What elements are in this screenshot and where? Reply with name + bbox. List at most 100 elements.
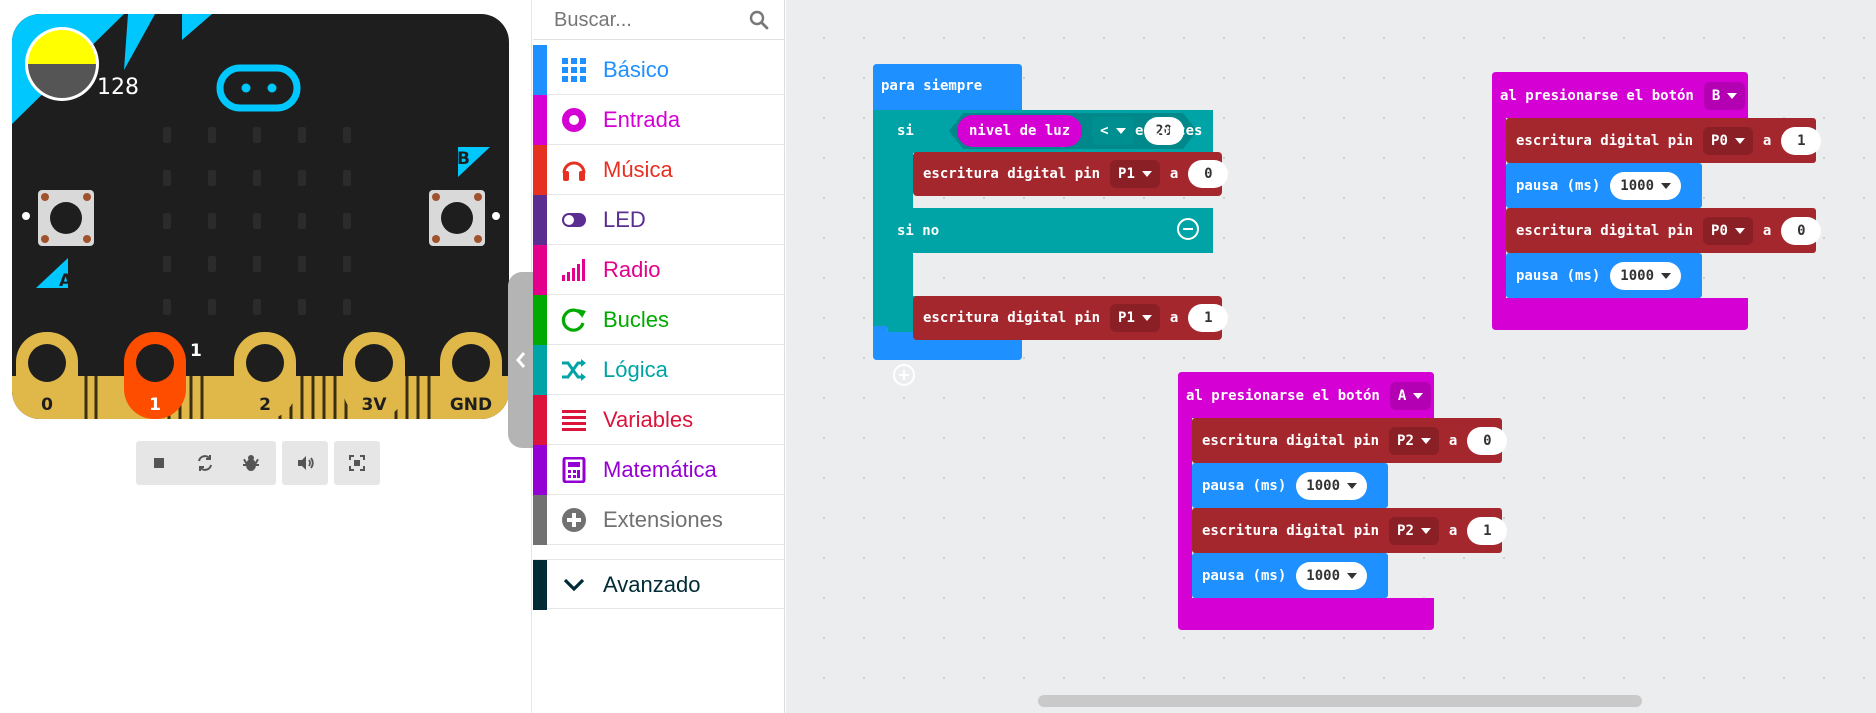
pin-dropdown[interactable]: P2 (1389, 427, 1439, 455)
shuffle-icon (560, 357, 588, 383)
value-input[interactable]: 1 (1781, 127, 1822, 155)
toolbox-category-radio[interactable]: Radio (533, 245, 785, 295)
grid-icon (560, 57, 588, 83)
category-label: Básico (603, 57, 670, 82)
button-dropdown[interactable]: B (1703, 82, 1746, 110)
refresh-icon (560, 307, 588, 333)
toolbox-category-variables[interactable]: Variables (533, 395, 785, 445)
toolbox-category-matematica[interactable]: Matemática (533, 445, 785, 495)
button-dropdown[interactable]: A (1389, 382, 1432, 410)
value-input[interactable]: 1 (1188, 304, 1229, 332)
toolbox-category-basico[interactable]: Básico (533, 45, 785, 95)
toolbox-category-musica[interactable]: Música (533, 145, 785, 195)
to-label: a (1762, 223, 1772, 239)
operator-dropdown[interactable]: < (1092, 117, 1134, 145)
pause-value-dropdown[interactable]: 1000 (1610, 172, 1682, 200)
category-stripe (533, 345, 547, 395)
debug-button[interactable] (228, 441, 274, 485)
forever-block[interactable]: para siempre si nivel de luz < 20 entonc… (873, 64, 1229, 386)
category-label: LED (603, 207, 646, 232)
category-stripe (533, 295, 547, 345)
search-icon[interactable] (749, 10, 769, 30)
pin-3v[interactable]: 3V (343, 332, 405, 419)
pin-dropdown[interactable]: P1 (1110, 304, 1160, 332)
on-button-a-block[interactable]: al presionarse el botón A escritura digi… (1178, 372, 1508, 630)
category-stripe (533, 195, 547, 245)
list-icon (560, 407, 588, 433)
category-stripe (533, 395, 547, 445)
fullscreen-control (334, 441, 380, 485)
pause-label: pausa (ms) (1516, 178, 1601, 194)
button-a-label: A (59, 271, 73, 291)
blocks-workspace[interactable]: para siempre si nivel de luz < 20 entonc… (786, 0, 1876, 713)
on-button-b-block[interactable]: al presionarse el botón B escritura digi… (1492, 72, 1822, 330)
toolbox-category-extensiones[interactable]: Extensiones (533, 495, 785, 545)
value-input[interactable]: 1 (1467, 517, 1508, 545)
dropdown-arrow-icon (1347, 573, 1358, 579)
light-level-sensor[interactable] (25, 27, 99, 101)
write-pin-p1-0[interactable]: escritura digital pin P1 a 0 (923, 160, 1229, 188)
dropdown-arrow-icon (1115, 128, 1126, 134)
forever-label: para siempre (881, 78, 983, 94)
light-level-reporter[interactable]: nivel de luz (957, 115, 1083, 147)
toolbox-category-logica[interactable]: Lógica (533, 345, 785, 395)
microbit-board[interactable]: 0 1 1 2 3V GND 128 A B (12, 14, 509, 419)
pause-block[interactable]: pausa (ms) 1000 (1516, 172, 1682, 200)
toolbox-category-avanzado[interactable]: Avanzado (533, 559, 785, 610)
restart-button[interactable] (182, 441, 228, 485)
pin-value: P1 (1118, 310, 1135, 326)
value-input[interactable]: 0 (1781, 217, 1822, 245)
add-else-if-button[interactable] (893, 364, 915, 386)
pause-value: 1000 (1306, 478, 1341, 494)
collapse-simulator-button[interactable] (508, 272, 534, 448)
pin-1[interactable]: 1 (124, 332, 186, 419)
stop-button[interactable] (136, 441, 182, 485)
pin-2[interactable]: 2 (234, 332, 296, 419)
sound-icon (298, 456, 314, 470)
write-pin-label: escritura digital pin (1516, 133, 1694, 149)
on-button-b-shape (1492, 72, 1816, 330)
remove-else-button[interactable] (1177, 218, 1199, 240)
pin-dropdown[interactable]: P2 (1389, 517, 1439, 545)
pin-value: P0 (1711, 223, 1728, 239)
headphones-icon (560, 157, 588, 183)
category-stripe (533, 560, 547, 610)
toolbox-category-entrada[interactable]: Entrada (533, 95, 785, 145)
value-input[interactable]: 0 (1188, 160, 1229, 188)
dropdown-arrow-icon (1141, 171, 1152, 177)
category-label: Entrada (603, 107, 681, 132)
pin-0[interactable]: 0 (16, 332, 78, 419)
on-button-label: al presionarse el botón (1500, 88, 1694, 104)
dropdown-arrow-icon (1420, 438, 1431, 444)
dropdown-arrow-icon (1734, 228, 1745, 234)
toolbox-category-led[interactable]: LED (533, 195, 785, 245)
stop-icon (154, 458, 164, 468)
light-level-value: 128 (97, 75, 139, 100)
dropdown-arrow-icon (1420, 528, 1431, 534)
write-pin-p1-1[interactable]: escritura digital pin P1 a 1 (923, 304, 1229, 332)
pin-dropdown[interactable]: P1 (1110, 160, 1160, 188)
search-input[interactable] (533, 0, 785, 40)
to-label: a (1762, 133, 1772, 149)
pause-value-dropdown[interactable]: 1000 (1296, 472, 1368, 500)
category-label: Extensiones (603, 507, 723, 532)
fullscreen-button[interactable] (334, 441, 380, 485)
write-pin-p0-1[interactable]: escritura digital pin P0 a 1 (1516, 127, 1822, 155)
pin-gnd[interactable]: GND (440, 332, 502, 419)
pause-block[interactable]: pausa (ms) 1000 (1202, 562, 1368, 590)
pause-block[interactable]: pausa (ms) 1000 (1202, 472, 1368, 500)
workspace-horizontal-scrollbar[interactable] (1038, 695, 1642, 707)
pin-dropdown[interactable]: P0 (1703, 127, 1753, 155)
write-pin-p0-0[interactable]: escritura digital pin P0 a 0 (1516, 217, 1822, 245)
toolbox-category-bucles[interactable]: Bucles (533, 295, 785, 345)
pin-dropdown[interactable]: P0 (1703, 217, 1753, 245)
write-pin-p2-1[interactable]: escritura digital pin P2 a 1 (1202, 517, 1508, 545)
pause-block[interactable]: pausa (ms) 1000 (1516, 262, 1682, 290)
pause-value-dropdown[interactable]: 1000 (1610, 262, 1682, 290)
mute-button[interactable] (282, 441, 328, 485)
write-pin-label: escritura digital pin (923, 310, 1101, 326)
value-input[interactable]: 0 (1467, 427, 1508, 455)
button-b-label: B (457, 149, 470, 169)
pause-value-dropdown[interactable]: 1000 (1296, 562, 1368, 590)
write-pin-p2-0[interactable]: escritura digital pin P2 a 0 (1202, 427, 1508, 455)
